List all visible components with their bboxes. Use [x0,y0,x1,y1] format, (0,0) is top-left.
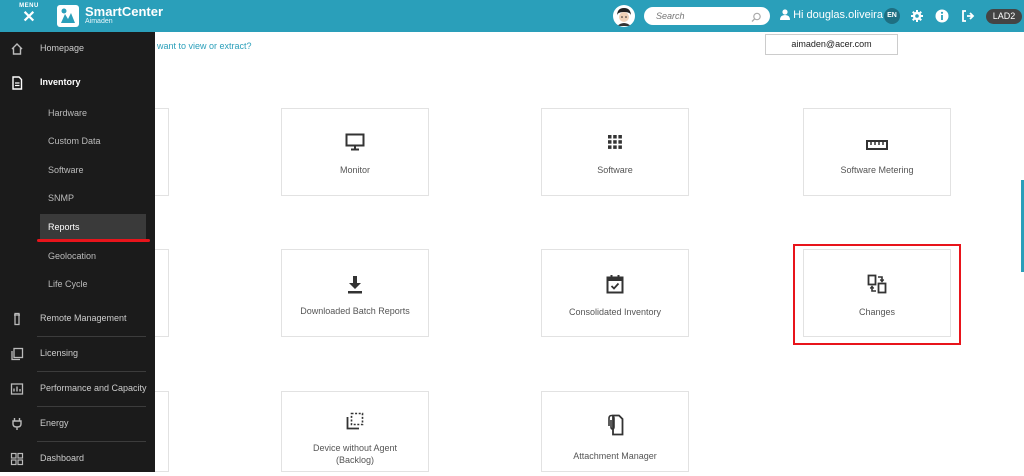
calendar-check-icon [542,274,688,299]
sidebar-sub-custom-data[interactable]: Custom Data [40,128,146,154]
sidebar-sub-label: Custom Data [48,136,101,146]
home-icon [10,42,24,56]
card-label: Software Metering [840,165,914,175]
sidebar-item-performance-and-capacity[interactable]: Performance and Capacity [0,372,155,406]
card-label: Software [597,165,633,175]
gear-icon[interactable] [909,8,925,24]
sidebar-sub-reports[interactable]: Reports [40,214,146,240]
sidebar-item-label: Performance and Capacity [40,383,147,393]
sidebar-item-energy[interactable]: Energy [0,407,155,441]
download-icon [282,276,428,299]
card-downloaded-batch-reports[interactable]: Downloaded Batch Reports [281,249,429,337]
menu-close-button[interactable]: MENU ✕ [14,3,44,29]
search-input[interactable] [656,9,746,23]
card-label: Downloaded Batch Reports [300,306,410,316]
card-label-line2: (Backlog) [335,455,374,465]
licensing-icon [10,347,24,361]
card-software[interactable]: Software [541,108,689,196]
card-partial-row2[interactable] [155,249,169,337]
sidebar-sub-hardware[interactable]: Hardware [40,100,146,126]
energy-icon [10,417,24,431]
sidebar-item-inventory[interactable]: Inventory [0,66,155,100]
sidebar-sub-label: Geolocation [48,251,97,261]
attachment-icon [542,414,688,441]
grid-icon [542,135,688,154]
search-icon[interactable] [751,10,762,28]
card-attachment-manager[interactable]: Attachment Manager [541,391,689,472]
sidebar-item-label: Licensing [40,348,79,358]
ruler-icon [804,137,950,155]
info-icon[interactable] [934,8,950,24]
sidebar-item-label: Homepage [40,43,85,53]
remote-icon [10,312,24,326]
performance-icon [10,382,24,396]
sidebar-sub-geolocation[interactable]: Geolocation [40,243,146,269]
card-software-metering[interactable]: Software Metering [803,108,951,196]
sidebar-sub-label: Hardware [48,108,88,118]
dashboard-icon [10,452,24,466]
sidebar-sub-label: SNMP [48,193,75,203]
card-partial-row1[interactable] [155,108,169,196]
sidebar-sub-label: Life Cycle [48,279,88,289]
sidebar-item-licensing[interactable]: Licensing [0,337,155,371]
sidebar-sub-label: Software [48,165,84,175]
user-menu[interactable]: Hi douglas.oliveira [780,9,883,23]
sidebar-item-label: Inventory [40,77,81,87]
device-dashed-icon [282,412,428,435]
document-icon [10,76,24,90]
sidebar-item-label: Energy [40,418,69,428]
card-monitor[interactable]: Monitor [281,108,429,196]
card-label: Consolidated Inventory [568,307,662,317]
card-label-line1: Device without Agent [312,443,398,453]
monitor-icon [282,133,428,156]
account-email: aimaden@acer.com [765,34,898,55]
smartcenter-logo-icon [57,5,79,27]
sidebar-sub-software[interactable]: Software [40,157,146,183]
close-icon: ✕ [22,9,36,26]
environment-badge[interactable]: LAD2 [986,9,1022,24]
logout-icon[interactable] [960,8,976,24]
card-device-without-agent[interactable]: Device without Agent (Backlog) [281,391,429,472]
sidebar-item-dashboard[interactable]: Dashboard [0,442,155,476]
top-bar: MENU ✕ SmartCenter Aimaden Hi dougla [0,0,1024,32]
sidebar-sub-snmp[interactable]: SNMP [40,185,146,211]
sidebar-item-homepage[interactable]: Homepage [0,32,155,66]
card-label: Monitor [339,165,370,175]
sidebar-item-label: Remote Management [40,313,127,323]
page-question: want to view or extract? [157,41,252,51]
card-partial-row3[interactable] [155,391,169,472]
reports-annotation-underline [37,239,150,242]
user-icon [780,9,790,20]
card-consolidated-inventory[interactable]: Consolidated Inventory [541,249,689,337]
search-box [644,7,770,25]
avatar[interactable] [613,5,635,27]
sidebar: Homepage Inventory Hardware Custom Data … [0,32,155,472]
brand-subtitle: Aimaden [85,18,113,25]
brand-name: SmartCenter [85,4,164,19]
card-label: Attachment Manager [573,451,657,461]
sidebar-item-label: Dashboard [40,453,85,463]
sidebar-sub-life-cycle[interactable]: Life Cycle [40,271,146,297]
highlight-box [793,244,961,345]
sidebar-sub-label: Reports [48,222,80,232]
sidebar-item-remote-management[interactable]: Remote Management [0,302,155,336]
language-selector[interactable]: EN [884,8,900,24]
user-greeting: Hi douglas.oliveira [793,9,883,21]
